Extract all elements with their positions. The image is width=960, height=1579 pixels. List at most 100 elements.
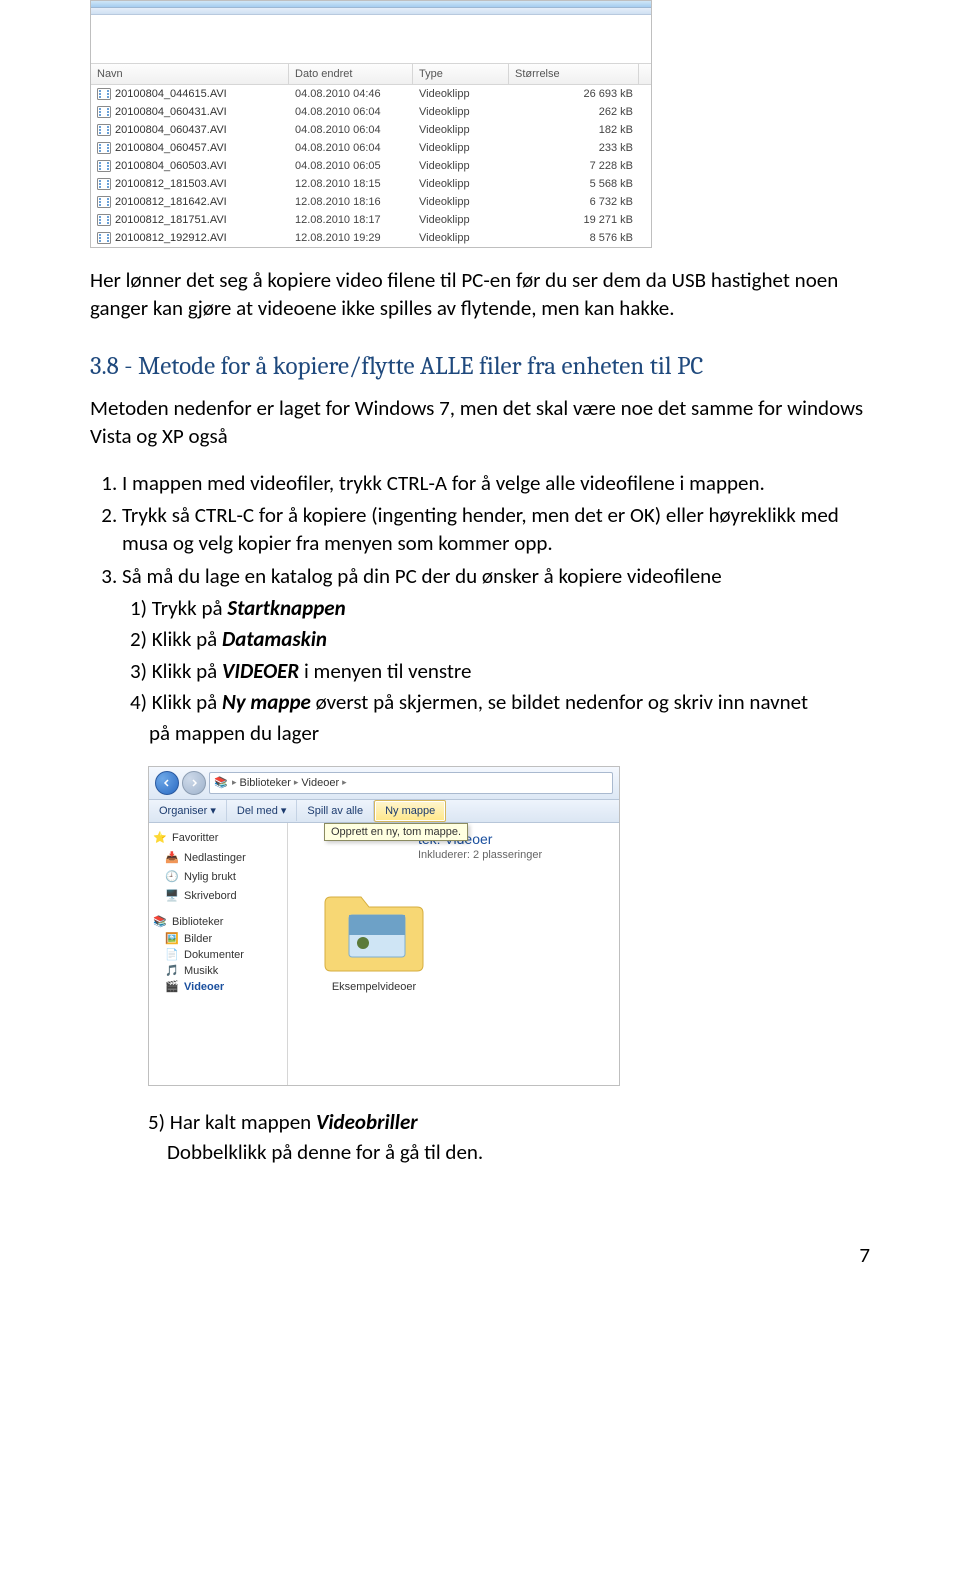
sub-item-pre: 2) Klikk på [130,626,222,652]
table-row[interactable]: 20100812_181503.AVI12.08.2010 18:15Video… [91,175,651,193]
sidebar-item-desktop[interactable]: 🖥️ Skrivebord [153,888,283,904]
sidebar-item-music[interactable]: 🎵 Musikk [153,963,283,979]
download-icon: 📥 [165,851,179,865]
video-file-icon [97,232,111,244]
organize-button[interactable]: Organiser ▾ [149,800,227,821]
file-name: 20100812_181751.AVI [115,214,227,226]
video-icon: 🎬 [165,980,179,994]
folder-item[interactable]: Eksempelvideoer [314,885,434,993]
file-size: 233 kB [509,140,639,156]
sub-item-bold: VIDEOER [222,658,299,684]
recent-icon: 🕘 [165,870,179,884]
sidebar-item-pictures[interactable]: 🖼️ Bilder [153,931,283,947]
chevron-right-icon: ▸ [294,777,299,788]
file-date: 04.08.2010 06:04 [289,140,413,156]
file-name: 20100804_060457.AVI [115,142,227,154]
list-item: Trykk så CTRL-C for å kopiere (ingenting… [122,501,870,558]
column-header-name[interactable]: Navn [91,64,289,84]
paragraph-intro: Her lønner det seg å kopiere video filen… [90,266,870,323]
sidebar-item-recent[interactable]: 🕘 Nylig brukt [153,869,283,885]
sidebar-item-documents[interactable]: 📄 Dokumenter [153,947,283,963]
sub-list-item: 1) Trykk på Startknappen [130,594,870,622]
documents-icon: 📄 [165,948,179,962]
forward-button[interactable] [182,771,206,795]
file-size: 8 576 kB [509,230,639,246]
nav-bar: 📚 ▸ Biblioteker ▸ Videoer ▸ [149,767,619,800]
sidebar-group-libraries[interactable]: 📚 Biblioteker [153,913,283,931]
column-header-date[interactable]: Dato endret [289,64,413,84]
playall-button[interactable]: Spill av alle [297,801,374,821]
file-type: Videoklipp [413,176,509,192]
sub-item-pre: 1) Trykk på [130,595,227,621]
sidebar-label: Videoer [184,981,224,993]
video-file-icon [97,196,111,208]
sub-item-bold: Videobriller [316,1109,418,1135]
sub-list-item: 4) Klikk på Ny mappe øverst på skjermen,… [130,688,870,716]
sub-list-item: 5) Har kalt mappen Videobriller [148,1108,870,1136]
file-date: 04.08.2010 06:04 [289,122,413,138]
column-headers: Navn Dato endret Type Størrelse [91,64,651,85]
file-date: 04.08.2010 04:46 [289,86,413,102]
explorer-body: ⭐ Favoritter 📥 Nedlastinger 🕘 Nylig bruk… [149,823,619,1085]
explorer-window-new-folder: 📚 ▸ Biblioteker ▸ Videoer ▸ Organiser ▾ … [148,766,620,1086]
file-name: 20100804_060503.AVI [115,160,227,172]
music-icon: 🎵 [165,964,179,978]
table-row[interactable]: 20100804_060457.AVI04.08.2010 06:04Video… [91,139,651,157]
sub-list-item: Dobbelklikk på denne for å gå til den. [148,1138,870,1166]
sidebar-label: Musikk [184,965,218,977]
paragraph-method-note: Metoden nedenfor er laget for Windows 7,… [90,394,870,451]
titlebar-band [91,1,651,8]
newfolder-button[interactable]: Ny mappe [374,800,446,822]
table-row[interactable]: 20100804_060437.AVI04.08.2010 06:04Video… [91,121,651,139]
file-size: 7 228 kB [509,158,639,174]
table-row[interactable]: 20100812_192912.AVI12.08.2010 19:29Video… [91,229,651,247]
video-file-icon [97,214,111,226]
toolbar-band [91,8,651,15]
star-icon: ⭐ [153,831,167,845]
file-size: 19 271 kB [509,212,639,228]
file-type: Videoklipp [413,86,509,102]
sub-item-bold: Startknappen [227,595,345,621]
sidebar-label: Skrivebord [184,890,237,902]
sidebar-item-downloads[interactable]: 📥 Nedlastinger [153,850,283,866]
video-file-icon [97,160,111,172]
sidebar-group-favorites[interactable]: ⭐ Favoritter [153,829,283,847]
sidebar-label: Nylig brukt [184,871,236,883]
library-subtitle[interactable]: Inkluderer: 2 plasseringer [418,849,609,861]
sub-item-post: i menyen til venstre [299,658,471,684]
sub-item-pre: 3) Klikk på [130,658,222,684]
sidebar-item-videos[interactable]: 🎬 Videoer [153,979,283,995]
column-header-size[interactable]: Størrelse [509,64,639,84]
toolbar: Organiser ▾ Del med ▾ Spill av alle Ny m… [149,800,619,823]
file-type: Videoklipp [413,158,509,174]
video-file-icon [97,142,111,154]
file-size: 182 kB [509,122,639,138]
file-rows: 20100804_044615.AVI04.08.2010 04:46Video… [91,85,651,247]
sub-list-item: 2) Klikk på Datamaskin [130,625,870,653]
sub-list-item-cont: på mappen du lager [130,719,870,747]
table-row[interactable]: 20100804_060503.AVI04.08.2010 06:05Video… [91,157,651,175]
breadcrumb[interactable]: ▸ Biblioteker ▸ Videoer ▸ [232,777,347,789]
file-name: 20100804_060437.AVI [115,124,227,136]
file-type: Videoklipp [413,230,509,246]
video-file-icon [97,178,111,190]
share-button[interactable]: Del med ▾ [227,800,298,821]
library-icon: 📚 [214,776,228,790]
table-row[interactable]: 20100804_060431.AVI04.08.2010 06:04Video… [91,103,651,121]
sidebar-label: Bilder [184,933,212,945]
content-pane: Opprett en ny, tom mappe. tek: Videoer I… [288,823,619,1085]
table-row[interactable]: 20100812_181751.AVI12.08.2010 18:17Video… [91,211,651,229]
sub-item-pre: 4) Klikk på [130,689,222,715]
table-row[interactable]: 20100804_044615.AVI04.08.2010 04:46Video… [91,85,651,103]
file-size: 26 693 kB [509,86,639,102]
sub-item-pre: 5) Har kalt mappen [148,1109,316,1135]
sub-item-bold: Ny mappe [222,689,311,715]
back-button[interactable] [155,771,179,795]
file-type: Videoklipp [413,212,509,228]
address-bar[interactable]: 📚 ▸ Biblioteker ▸ Videoer ▸ [209,772,613,794]
table-row[interactable]: 20100812_181642.AVI12.08.2010 18:16Video… [91,193,651,211]
column-header-type[interactable]: Type [413,64,509,84]
file-size: 5 568 kB [509,176,639,192]
tooltip-new-folder: Opprett en ny, tom mappe. [324,823,468,841]
list-item: Så må du lage en katalog på din PC der d… [122,562,870,748]
